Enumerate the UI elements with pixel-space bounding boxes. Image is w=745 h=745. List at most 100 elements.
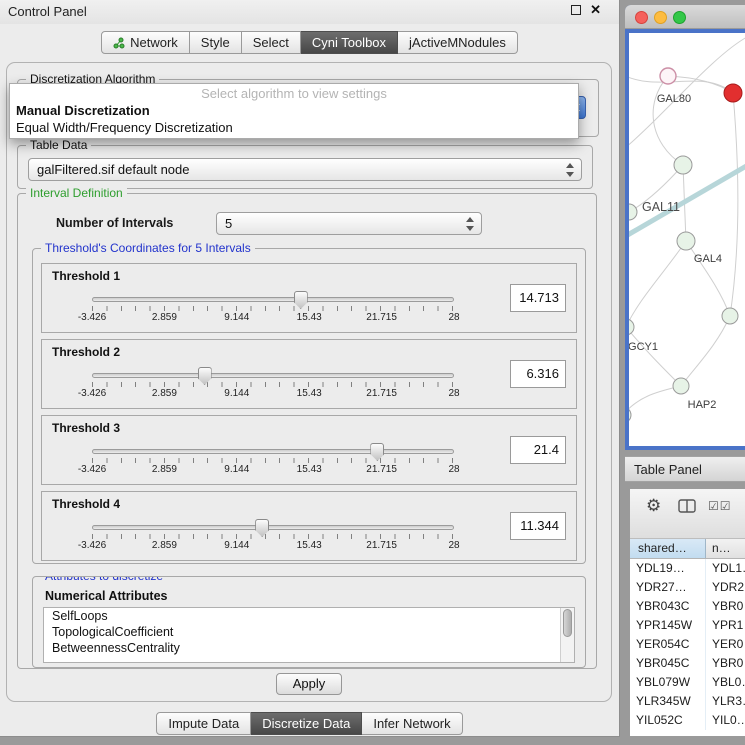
popup-option-equal-width[interactable]: Equal Width/Frequency Discretization — [10, 119, 578, 136]
scrollbar-thumb[interactable] — [563, 609, 572, 637]
network-graph[interactable]: GAL80 GAL11 GAL4 GCY1 HAP2 — [629, 33, 745, 446]
node-gal4[interactable] — [677, 232, 695, 250]
zoom-icon[interactable] — [673, 11, 686, 24]
cell[interactable]: YER054C — [630, 635, 706, 654]
list-item[interactable]: BetweennessCentrality — [44, 640, 574, 656]
window-title: Control Panel — [8, 4, 87, 19]
cell[interactable]: YBR0… — [706, 654, 745, 673]
combo-stepper-icon[interactable] — [465, 217, 474, 231]
column-header-name[interactable]: n… — [706, 539, 745, 558]
threshold-2-panel: Threshold 2 -3.426 2.859 9.144 15.43 — [41, 339, 577, 409]
slider-track[interactable] — [92, 297, 454, 302]
cell[interactable]: YDR2… — [706, 578, 745, 597]
threshold-label: Threshold 2 — [52, 345, 120, 359]
node-hap2[interactable] — [673, 378, 689, 394]
threshold-2-slider[interactable]: -3.426 2.859 9.144 15.43 21.715 28 — [92, 373, 454, 400]
number-of-intervals-select[interactable]: 5 — [216, 212, 482, 235]
slider-scale: -3.426 2.859 9.144 15.43 21.715 28 — [92, 540, 454, 552]
threshold-4-slider[interactable]: -3.426 2.859 9.144 15.43 21.715 28 — [92, 525, 454, 552]
slider-track[interactable] — [92, 373, 454, 378]
tab-infer-network[interactable]: Infer Network — [362, 712, 462, 735]
node[interactable] — [629, 407, 631, 423]
tab-select[interactable]: Select — [242, 31, 301, 54]
node-gal80[interactable] — [660, 68, 676, 84]
node-selected-red[interactable] — [724, 84, 742, 102]
table-row[interactable]: YBR043CYBR0… — [630, 597, 745, 616]
node[interactable] — [722, 308, 738, 324]
cell[interactable]: YLR345W — [630, 692, 706, 711]
cell[interactable]: YPR145W — [630, 616, 706, 635]
popup-option-manual[interactable]: Manual Discretization — [10, 102, 578, 119]
threshold-1-value[interactable]: 14.713 — [510, 284, 566, 312]
cell[interactable]: YBL079W — [630, 673, 706, 692]
network-canvas[interactable]: GAL80 GAL11 GAL4 GCY1 HAP2 — [625, 29, 745, 450]
threshold-label: Threshold 1 — [52, 269, 120, 283]
slider-track[interactable] — [92, 449, 454, 454]
threshold-3-panel: Threshold 3 -3.426 2.859 9.144 15.43 — [41, 415, 577, 485]
node-gal11[interactable] — [674, 156, 692, 174]
cell[interactable]: YIL052C — [630, 711, 706, 730]
cell[interactable]: YPR1… — [706, 616, 745, 635]
cell[interactable]: YER0… — [706, 635, 745, 654]
combo-value: galFiltered.sif default node — [37, 162, 189, 177]
table-row[interactable]: YIL052CYIL0… — [630, 711, 745, 730]
tab-style[interactable]: Style — [190, 31, 242, 54]
list-item[interactable]: SelfLoops — [44, 608, 574, 624]
slider-ticks — [92, 306, 453, 311]
tab-cyni-toolbox[interactable]: Cyni Toolbox — [301, 31, 398, 54]
cell[interactable]: YDL19… — [630, 559, 706, 578]
scale-label: 2.859 — [152, 464, 177, 475]
cell[interactable]: YBL0… — [706, 673, 745, 692]
table-data-select[interactable]: galFiltered.sif default node — [28, 158, 582, 181]
table-row[interactable]: YDL19…YDL1… — [630, 559, 745, 578]
float-window-icon[interactable] — [571, 5, 581, 15]
cell[interactable]: YBR045C — [630, 654, 706, 673]
column-header-shared-name[interactable]: shared… — [630, 539, 706, 558]
tab-label: Discretize Data — [262, 716, 350, 731]
list-item[interactable]: TopologicalCoefficient — [44, 624, 574, 640]
tab-jactivemnodules[interactable]: jActiveMNodules — [398, 31, 518, 54]
cell[interactable]: YDL1… — [706, 559, 745, 578]
table-row[interactable]: YLR345WYLR3… — [630, 692, 745, 711]
tab-discretize-data[interactable]: Discretize Data — [251, 712, 362, 735]
apply-button[interactable]: Apply — [276, 673, 342, 695]
scale-label: 15.43 — [297, 464, 322, 475]
combo-stepper-icon[interactable] — [565, 163, 574, 177]
minimize-icon[interactable] — [654, 11, 667, 24]
threshold-1-slider[interactable]: -3.426 2.859 9.144 15.43 21.715 28 — [92, 297, 454, 324]
threshold-2-value[interactable]: 6.316 — [510, 360, 566, 388]
table-row[interactable]: YBL079WYBL0… — [630, 673, 745, 692]
tab-label: Infer Network — [373, 716, 450, 731]
cell[interactable]: YDR27… — [630, 578, 706, 597]
slider-track[interactable] — [92, 525, 454, 530]
threshold-3-slider[interactable]: -3.426 2.859 9.144 15.43 21.715 28 — [92, 449, 454, 476]
close-icon[interactable]: ✕ — [590, 3, 601, 17]
node-label: GAL4 — [694, 253, 722, 265]
close-icon[interactable] — [635, 11, 648, 24]
node[interactable] — [629, 204, 637, 220]
tab-label: Network — [130, 35, 178, 50]
table-row[interactable]: YBR045CYBR0… — [630, 654, 745, 673]
scale-label: 21.715 — [366, 388, 397, 399]
tab-network[interactable]: Network — [101, 31, 190, 54]
table-row[interactable]: YPR145WYPR1… — [630, 616, 745, 635]
table-row[interactable]: YER054CYER0… — [630, 635, 745, 654]
node-gcy1[interactable] — [629, 319, 634, 335]
cell[interactable]: YBR0… — [706, 597, 745, 616]
scale-label: 28 — [448, 312, 459, 323]
gear-icon[interactable]: ⚙ — [646, 496, 661, 516]
threshold-3-value[interactable]: 21.4 — [510, 436, 566, 464]
slider-ticks — [92, 458, 453, 463]
table-row[interactable]: YDR27…YDR2… — [630, 578, 745, 597]
cell[interactable]: YLR3… — [706, 692, 745, 711]
table-panel-header[interactable]: Table Panel — [625, 456, 745, 482]
list-scrollbar[interactable] — [560, 608, 574, 662]
cell[interactable]: YBR043C — [630, 597, 706, 616]
cell[interactable]: YIL0… — [706, 711, 745, 730]
scale-label: -3.426 — [78, 312, 106, 323]
columns-icon[interactable] — [678, 499, 696, 516]
tab-impute-data[interactable]: Impute Data — [156, 712, 251, 735]
threshold-4-value[interactable]: 11.344 — [510, 512, 566, 540]
select-columns-icon[interactable]: ☑☑ — [708, 499, 732, 513]
scale-label: 15.43 — [297, 312, 322, 323]
